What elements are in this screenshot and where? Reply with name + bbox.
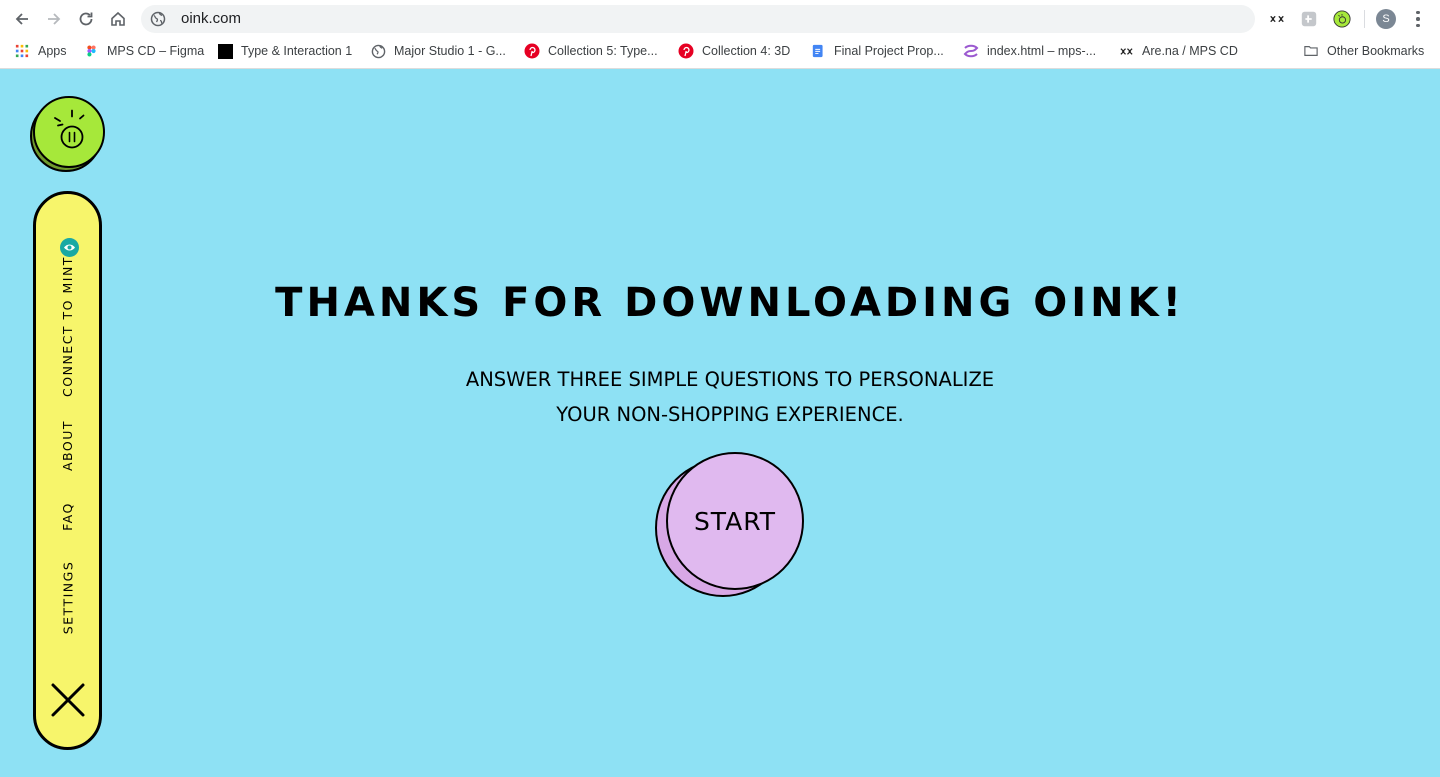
start-button[interactable]: START — [666, 452, 804, 590]
bookmark-figma[interactable]: MPS CD – Figma — [83, 41, 204, 61]
address-bar[interactable]: oink.com — [141, 5, 1255, 33]
page-title: THANKS FOR DOWNLOADING OINK! — [275, 280, 1185, 326]
page-subtitle: ANSWER THREE SIMPLE QUESTIONS TO PERSONA… — [330, 362, 1130, 432]
bookmark-major-studio[interactable]: Major Studio 1 - G... — [370, 41, 506, 61]
bookmark-label: Apps — [38, 44, 67, 58]
browser-chrome: oink.com S Apps MPS CD – Figma Type & In… — [0, 0, 1440, 69]
google-docs-icon — [810, 43, 826, 59]
arena-extension-icon[interactable] — [1267, 9, 1287, 29]
start-button-group: START — [653, 451, 808, 601]
forward-arrow-icon[interactable] — [42, 7, 66, 31]
bookmark-label: Collection 5: Type... — [548, 44, 658, 58]
bookmark-arena[interactable]: Are.na / MPS CD — [1118, 41, 1238, 61]
profile-avatar[interactable]: S — [1376, 9, 1396, 29]
arena-icon — [1118, 43, 1134, 59]
browser-menu-icon[interactable] — [1409, 9, 1427, 29]
black-square-icon — [217, 43, 233, 59]
sidebar-item-label: CONNECT TO MINT — [60, 255, 76, 397]
sidebar-item-label: SETTINGS — [60, 560, 76, 634]
folder-icon — [1303, 43, 1319, 59]
bookmark-label: Type & Interaction 1 — [241, 44, 353, 58]
toolbar-divider — [1364, 10, 1365, 28]
bookmark-label: Collection 4: 3D — [702, 44, 791, 58]
bookmark-label: index.html – mps-... — [987, 44, 1097, 58]
sidebar-item-label: FAQ — [60, 501, 75, 531]
sidebar-item-connect-to-mint[interactable]: CONNECT TO MINT — [36, 255, 99, 397]
bookmark-label: Final Project Prop... — [834, 44, 944, 58]
bookmark-label: Major Studio 1 - G... — [394, 44, 506, 58]
oink-logo[interactable] — [28, 96, 106, 172]
bookmark-collection-4[interactable]: Collection 4: 3D — [678, 41, 790, 61]
bookmark-final-project[interactable]: Final Project Prop... — [810, 41, 944, 61]
subtitle-line: YOUR NON-SHOPPING EXPERIENCE. — [556, 403, 904, 426]
bookmarks-bar: Apps MPS CD – Figma Type & Interaction 1… — [0, 38, 1440, 64]
url-text: oink.com — [181, 10, 242, 27]
sidebar-item-settings[interactable]: SETTINGS — [36, 556, 99, 638]
glitch-icon — [963, 43, 979, 59]
subtitle-line: ANSWER THREE SIMPLE QUESTIONS TO PERSONA… — [465, 368, 995, 391]
pinterest-icon — [678, 43, 694, 59]
bookmark-label: Are.na / MPS CD — [1142, 44, 1238, 58]
back-arrow-icon[interactable] — [10, 7, 34, 31]
bookmark-collection-5[interactable]: Collection 5: Type... — [524, 41, 658, 61]
oink-extension-icon[interactable] — [1332, 9, 1352, 29]
bookmark-label: Other Bookmarks — [1327, 44, 1425, 58]
bookmark-apps[interactable]: Apps — [14, 41, 67, 61]
bookmark-label: MPS CD – Figma — [107, 44, 205, 58]
extension-puzzle-icon[interactable] — [1299, 9, 1319, 29]
sidebar-item-label: ABOUT — [60, 419, 75, 471]
sidebar-item-about[interactable]: ABOUT — [36, 414, 99, 476]
mint-icon — [60, 238, 79, 257]
bookmark-type-interaction[interactable]: Type & Interaction 1 — [217, 41, 352, 61]
sidebar-nav: CONNECT TO MINT ABOUT FAQ SETTINGS — [33, 191, 102, 750]
reload-icon[interactable] — [74, 7, 98, 31]
sidebar-item-faq[interactable]: FAQ — [36, 496, 99, 536]
apps-grid-icon — [14, 43, 30, 59]
close-icon[interactable] — [50, 682, 86, 718]
pinterest-icon — [524, 43, 540, 59]
home-icon[interactable] — [106, 7, 130, 31]
globe-icon — [370, 43, 386, 59]
bookmark-other[interactable]: Other Bookmarks — [1303, 41, 1424, 61]
globe-icon — [150, 11, 166, 27]
figma-icon — [83, 43, 99, 59]
bookmark-index-html[interactable]: index.html – mps-... — [963, 41, 1096, 61]
browser-toolbar: oink.com S — [0, 0, 1440, 38]
